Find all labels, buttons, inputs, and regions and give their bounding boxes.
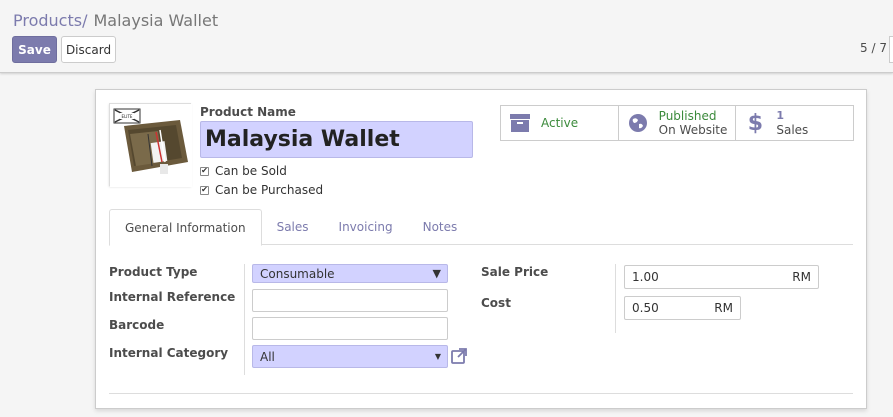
- cost-label: Cost: [481, 296, 511, 310]
- pager-next-button[interactable]: [889, 36, 893, 63]
- pager-value[interactable]: 5 / 7: [860, 41, 887, 55]
- notebook-tabs: General Information Sales Invoicing Note…: [109, 209, 853, 246]
- can-be-purchased-label: Can be Purchased: [215, 183, 324, 197]
- tab-notes[interactable]: Notes: [408, 209, 473, 245]
- tab-invoicing[interactable]: Invoicing: [324, 209, 408, 245]
- internal-category-select[interactable]: All ▼: [252, 345, 448, 368]
- can-be-sold-checkbox[interactable]: ✔: [200, 166, 209, 176]
- globe-icon: [627, 112, 649, 134]
- product-image[interactable]: ELITE: [109, 103, 192, 187]
- product-name-input[interactable]: [200, 121, 473, 158]
- sale-price-currency: RM: [792, 270, 811, 284]
- wallet-image: ELITE: [110, 104, 192, 187]
- barcode-input[interactable]: [252, 317, 448, 340]
- right-group-divider: [615, 264, 616, 333]
- logo-text: ELITE: [122, 114, 133, 119]
- internal-category-value: All: [260, 349, 275, 364]
- breadcrumb-products-link[interactable]: Products: [13, 11, 82, 30]
- breadcrumb-current: Malaysia Wallet: [93, 11, 219, 30]
- sales-count: 1: [776, 109, 784, 122]
- internal-reference-input[interactable]: [252, 289, 448, 312]
- smart-button-sales[interactable]: $ 1 Sales: [736, 106, 853, 140]
- left-group-divider: [244, 264, 245, 375]
- dollar-icon: $: [747, 110, 763, 136]
- cost-currency: RM: [714, 301, 733, 315]
- smart-button-sales-text: 1 Sales: [776, 109, 808, 137]
- sale-price-label: Sale Price: [481, 265, 549, 279]
- smart-buttons: Active Published On Website $ 1 Sales: [500, 105, 854, 141]
- smart-button-active[interactable]: Active: [501, 106, 619, 140]
- cost-input[interactable]: 0.50 RM: [624, 296, 741, 320]
- archive-icon: [509, 112, 531, 134]
- cost-value: 0.50: [632, 301, 659, 315]
- breadcrumb: Products/ Malaysia Wallet: [13, 11, 218, 30]
- caret-down-icon: ▼: [434, 352, 441, 361]
- control-panel: Products/ Malaysia Wallet Save Discard 5 …: [0, 0, 893, 73]
- on-website-label: On Website: [658, 123, 728, 137]
- can-be-purchased-checkbox-row[interactable]: ✔ Can be Purchased: [200, 183, 323, 197]
- product-type-select[interactable]: Consumable ▼: [252, 264, 448, 283]
- breadcrumb-separator: /: [82, 11, 88, 30]
- internal-category-label: Internal Category: [109, 346, 229, 360]
- form-sheet: ELITE Product Name ✔ Can be Sold ✔ Can b…: [95, 89, 867, 409]
- smart-button-active-label: Active: [541, 116, 579, 130]
- smart-button-published[interactable]: Published On Website: [619, 106, 737, 140]
- barcode-label: Barcode: [109, 318, 165, 332]
- discard-button[interactable]: Discard: [61, 36, 116, 63]
- can-be-sold-checkbox-row[interactable]: ✔ Can be Sold: [200, 164, 287, 178]
- sale-price-value: 1.00: [632, 270, 659, 284]
- internal-reference-label: Internal Reference: [109, 290, 236, 304]
- smart-button-published-text: Published On Website: [659, 109, 728, 137]
- sales-label: Sales: [776, 123, 809, 137]
- save-button[interactable]: Save: [12, 36, 57, 63]
- external-link-icon[interactable]: [451, 348, 467, 364]
- published-label: Published: [658, 109, 717, 123]
- can-be-purchased-checkbox[interactable]: ✔: [200, 185, 209, 195]
- sheet-bottom-divider: [109, 393, 853, 394]
- tab-general-information[interactable]: General Information: [109, 209, 262, 246]
- product-type-value: Consumable: [260, 266, 335, 281]
- can-be-sold-label: Can be Sold: [215, 164, 287, 178]
- caret-down-icon: ▼: [432, 267, 441, 280]
- product-type-label: Product Type: [109, 265, 198, 279]
- product-name-label: Product Name: [200, 105, 296, 119]
- sale-price-input[interactable]: 1.00 RM: [624, 265, 819, 289]
- tab-sales[interactable]: Sales: [262, 209, 324, 245]
